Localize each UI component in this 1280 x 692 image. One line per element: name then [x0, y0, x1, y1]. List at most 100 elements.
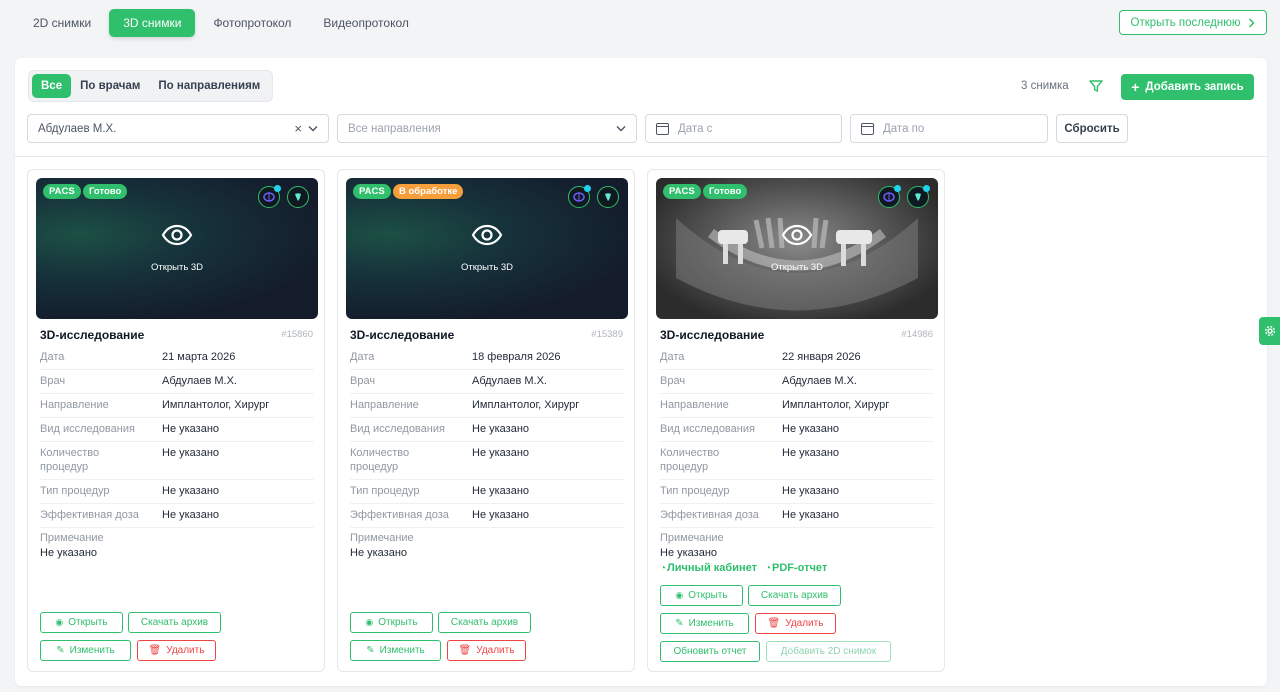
date-to-input[interactable]: Дата по [850, 114, 1048, 143]
delete-button[interactable]: 🗑 Удалить [755, 613, 836, 634]
label-dose: Эффективная доза [350, 509, 449, 521]
segment-all[interactable]: Все [32, 74, 72, 98]
value-procedure-count: Не указано [782, 447, 840, 459]
segment-by-directions[interactable]: По направлениям [149, 74, 269, 98]
tooth-icon[interactable] [907, 185, 930, 208]
tab-video-protocol[interactable]: Видеопротокол [309, 9, 422, 37]
value-direction: Имплантолог, Хирург [782, 399, 890, 411]
eye-icon [781, 224, 813, 246]
open-last-button[interactable]: Открыть последнюю [1119, 10, 1267, 35]
edit-button[interactable]: ✎ Изменить [40, 640, 131, 661]
value-direction: Имплантолог, Хирург [472, 399, 580, 411]
open-3d-label: Открыть 3D [150, 262, 204, 273]
loading-icon: ◔ [764, 562, 772, 574]
delete-button-label: Удалить [785, 618, 824, 629]
pencil-icon: ✎ [675, 618, 684, 629]
eye-icon [161, 224, 193, 246]
delete-button[interactable]: 🗑 Удалить [447, 640, 526, 661]
value-date: 18 февраля 2026 [472, 351, 561, 363]
brain-icon[interactable] [878, 185, 901, 208]
open-button[interactable]: ◉ Открыть [350, 612, 433, 633]
image-type-tabs: 2D снимки 3D снимки Фотопротокол Видеопр… [19, 9, 427, 37]
segment-by-doctors[interactable]: По врачам [71, 74, 149, 98]
report-links: ◔ Личный кабинет ◔ PDF-отчет [660, 562, 827, 574]
download-archive-button[interactable]: Скачать архив [128, 612, 221, 633]
study-preview[interactable]: PACS Готово Открыть 3D [36, 178, 318, 319]
open-button-label: Открыть [68, 617, 108, 628]
chevron-down-icon [616, 126, 626, 132]
date-from-input[interactable]: Дата с [645, 114, 842, 143]
label-study-type: Вид исследования [660, 423, 755, 435]
label-direction: Направление [350, 399, 419, 411]
filter-bar: Все По врачам По направлениям 3 снимка +… [15, 58, 1267, 157]
download-archive-button[interactable]: Скачать архив [748, 585, 841, 606]
tab-photo-protocol[interactable]: Фотопротокол [199, 9, 305, 37]
study-title: 3D-исследование [660, 328, 765, 342]
pdf-report-label: PDF-отчет [772, 562, 828, 574]
study-card: PACS В обработке Открыть 3D 3D-исследова… [337, 169, 635, 672]
personal-cabinet-link[interactable]: ◔ Личный кабинет [660, 562, 757, 574]
study-title: 3D-исследование [350, 328, 455, 342]
pdf-report-link[interactable]: ◔ PDF-отчет [765, 562, 827, 574]
label-direction: Направление [660, 399, 729, 411]
value-note: Не указано [350, 547, 408, 559]
label-procedure-type: Тип процедур [40, 485, 110, 497]
calendar-icon [656, 122, 669, 135]
delete-button-label: Удалить [166, 645, 205, 656]
close-icon[interactable]: × [294, 121, 302, 136]
value-date: 21 марта 2026 [162, 351, 236, 363]
status-badge: Готово [83, 184, 128, 199]
open-3d-label: Открыть 3D [460, 262, 514, 273]
tooth-icon[interactable] [597, 186, 619, 208]
open-button[interactable]: ◉ Открыть [660, 585, 743, 606]
tab-2d-images[interactable]: 2D снимки [19, 9, 105, 37]
study-card: PACS Готово Открыть 3D 3D-исследование #… [27, 169, 325, 672]
value-procedure-type: Не указано [782, 485, 840, 497]
label-study-type: Вид исследования [350, 423, 445, 435]
direction-select[interactable]: Все направления [337, 114, 637, 143]
delete-button-label: Удалить [476, 645, 515, 656]
date-from-placeholder: Дата с [678, 122, 713, 135]
tooth-icon[interactable] [287, 186, 309, 208]
add-record-button[interactable]: + Добавить запись [1121, 74, 1254, 100]
value-study-type: Не указано [162, 423, 220, 435]
add-2d-image-button[interactable]: Добавить 2D снимок [766, 641, 891, 662]
edit-button[interactable]: ✎ Изменить [350, 640, 441, 661]
reset-button[interactable]: Сбросить [1056, 114, 1128, 143]
brain-icon[interactable] [568, 185, 591, 208]
trash-icon: 🗑 [148, 645, 162, 656]
tab-3d-images[interactable]: 3D снимки [109, 9, 196, 37]
pencil-icon: ✎ [56, 645, 65, 656]
plus-icon: + [1131, 79, 1140, 95]
study-details: Дата 22 января 2026 Врач Абдулаев М.Х. Нап… [660, 346, 934, 559]
edit-button-label: Изменить [379, 645, 425, 656]
label-doctor: Врач [40, 375, 66, 387]
label-note: Примечание [350, 532, 414, 544]
value-dose: Не указано [472, 509, 530, 521]
chevron-right-icon [1249, 17, 1256, 28]
value-dose: Не указано [782, 509, 840, 521]
open-button-label: Открыть [378, 617, 418, 628]
settings-tab[interactable] [1259, 317, 1280, 345]
label-dose: Эффективная доза [660, 509, 759, 521]
update-report-button[interactable]: Обновить отчет [660, 641, 760, 662]
value-procedure-count: Не указано [162, 447, 220, 459]
doctor-select[interactable]: Абдулаев М.Х. × [27, 114, 329, 143]
edit-button-label: Изменить [688, 618, 734, 629]
brain-icon[interactable] [258, 185, 281, 208]
date-to-placeholder: Дата по [883, 122, 925, 135]
eye-icon: ◉ [365, 617, 374, 627]
delete-button[interactable]: 🗑 Удалить [137, 640, 216, 661]
results-count: 3 снимка [1021, 80, 1069, 92]
trash-icon: 🗑 [458, 645, 472, 656]
grouping-switch: Все По врачам По направлениям [28, 70, 274, 102]
download-archive-button[interactable]: Скачать архив [438, 612, 531, 633]
edit-button-label: Изменить [69, 645, 115, 656]
filter-icon[interactable] [1088, 78, 1104, 94]
edit-button[interactable]: ✎ Изменить [660, 613, 749, 634]
study-preview[interactable]: PACS В обработке Открыть 3D [346, 178, 628, 319]
open-button[interactable]: ◉ Открыть [40, 612, 123, 633]
study-preview[interactable]: PACS Готово Открыть 3D [656, 178, 938, 319]
value-procedure-type: Не указано [472, 485, 530, 497]
label-procedure-count: Количество процедур [660, 447, 720, 473]
